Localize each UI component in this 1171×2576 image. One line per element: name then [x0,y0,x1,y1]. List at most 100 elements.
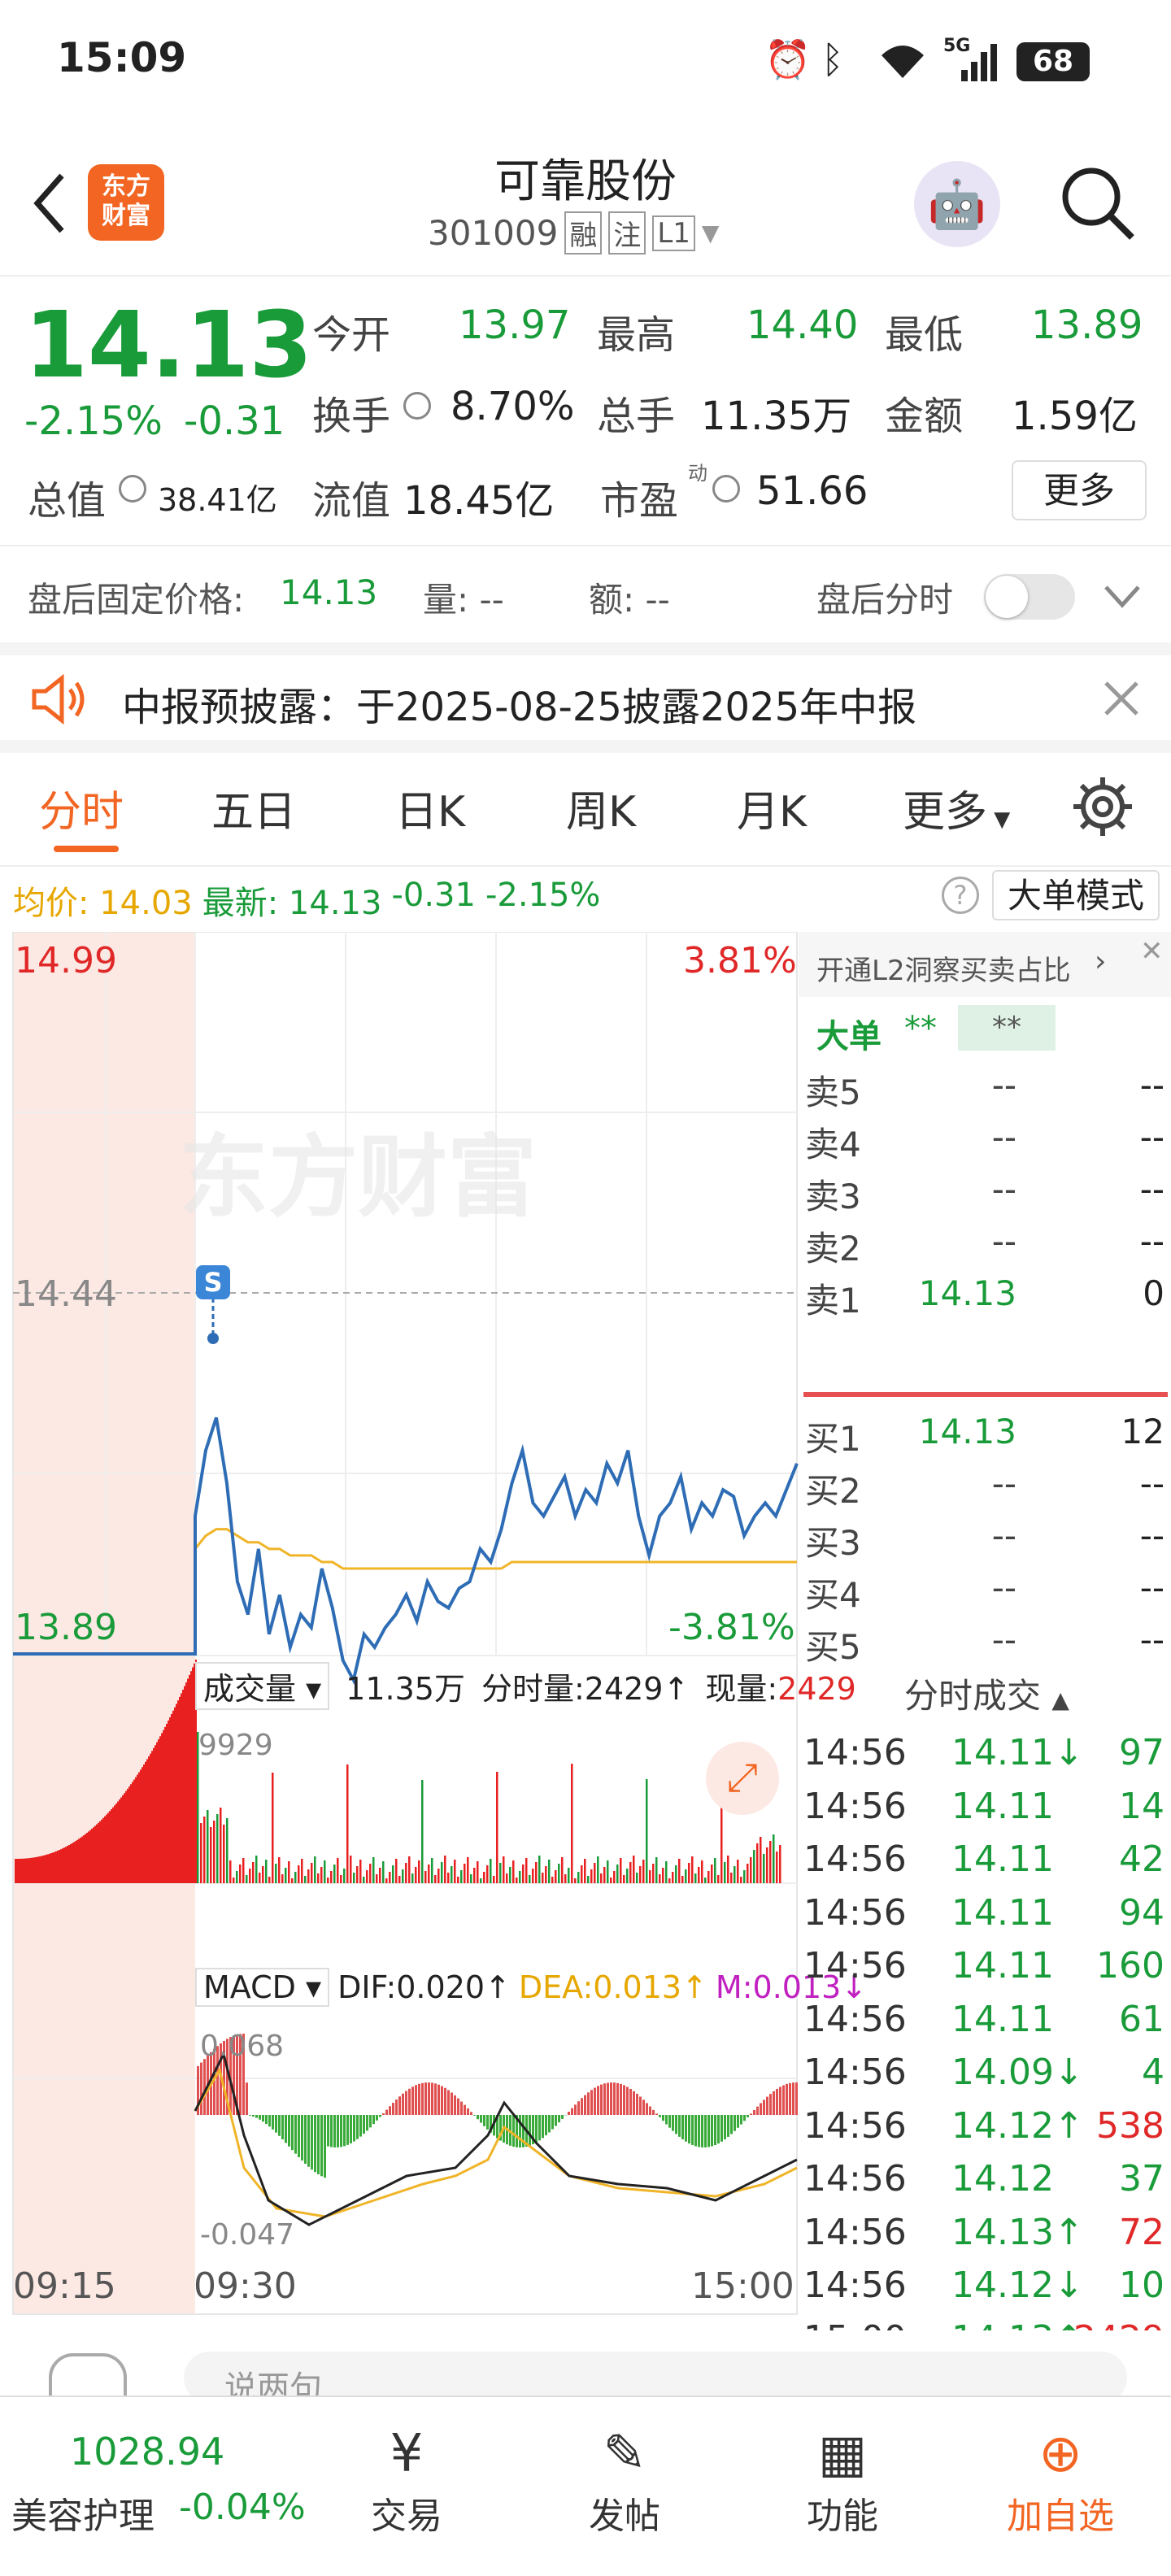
status-bar: 15:09 ⏰ ᛒ 5G 68 [0,0,1171,130]
close-icon[interactable]: ✕ [1140,935,1164,968]
l2-promo-bar[interactable]: 开通L2洞察买卖占比 › ✕ [799,932,1171,997]
close-icon[interactable] [1103,680,1140,717]
volume-bar [50,1853,52,1883]
volume-bar [685,1869,687,1883]
volume-bar [636,1873,638,1883]
help-icon[interactable]: ? [942,877,979,914]
trade-time: 14:56 [803,2211,907,2253]
volume-bar [724,1862,726,1883]
gear-icon[interactable] [1070,774,1135,839]
macd-bar [415,2085,417,2115]
volume-bar [496,1772,498,1883]
volume-bar [626,1869,629,1883]
volume-bar [499,1863,502,1883]
chevron-down-icon[interactable] [1103,582,1142,611]
volume-bar [418,1860,420,1883]
low-label: 最低 [885,312,964,358]
volume-bar [37,1856,39,1883]
trades-title[interactable]: 分时成交 ▲ [904,1669,1069,1718]
pe-dynamic-sup: 动 [688,462,707,485]
macd-bar [662,2115,664,2121]
macd-bar [538,2115,541,2141]
volume-bar [33,1857,34,1883]
macd-bar [773,2091,775,2115]
tab-daily-k[interactable]: 日K [395,777,465,838]
macd-bar [649,2106,651,2115]
volume-bar [106,1814,107,1883]
after-hours-toggle[interactable] [984,574,1075,620]
battery-icon: 68 [1016,42,1090,81]
ask-price: 14.13 [918,1273,1016,1313]
sector-index-name[interactable]: 美容护理 [11,2487,155,2539]
volume-selector[interactable]: 成交量 ▾ [195,1662,330,1710]
more-button[interactable]: 更多 [1012,460,1147,520]
volume-bar [148,1756,150,1883]
macd-selector-label: MACD [203,1969,296,2005]
trade-price: 14.12 [951,2158,1054,2200]
tab-more[interactable]: 更多 ▼ [903,777,1010,838]
macd-bar [574,2104,577,2115]
event-marker[interactable] [207,1333,219,1344]
volume-bar [31,1857,33,1883]
info-icon[interactable] [119,475,146,503]
macd-selector[interactable]: MACD ▾ [195,1968,330,2007]
volume-bar [137,1774,138,1883]
ask-row: 卖3 -- -- [799,1164,1171,1216]
volume-bar [727,1856,729,1883]
volume-bar [189,1674,190,1883]
low-value: 13.89 [1031,302,1143,348]
volume-bar [376,1874,378,1883]
volume-bar [385,1878,388,1883]
sector-index-value[interactable]: 1028.94 [70,2430,224,2474]
macd-bar [795,2082,798,2115]
trade-price: 14.09↓ [951,2052,1084,2093]
volume-bar [337,1858,339,1883]
tab-monthly-k[interactable]: 月K [737,777,807,838]
market-cap-label: 总值 [28,478,107,524]
tab-weekly-k[interactable]: 周K [566,777,636,838]
macd-bar [441,2086,443,2115]
volume-bar [21,1858,23,1883]
nav-post[interactable]: ✎ 发帖 [576,2422,673,2539]
tab-five-day[interactable]: 五日 [211,777,296,838]
volume-bar [668,1878,671,1883]
macd-bar [424,2082,427,2115]
macd-bar [626,2086,629,2115]
big-order-mode-button[interactable]: 大单模式 [992,870,1160,920]
tab-intraday[interactable]: 分时 [39,777,124,838]
trade-time: 14:56 [803,1998,907,2040]
info-icon[interactable] [712,475,740,503]
trade-price: 14.11 [951,1998,1054,2040]
trade-time: 14:56 [803,1785,907,1827]
notice-bar[interactable]: 中报预披露：于2025-08-25披露2025年中报 [0,642,1171,753]
macd-bar [473,2115,476,2116]
volume-bar [24,1858,26,1883]
volume-bar [98,1822,99,1883]
expand-icon[interactable]: ⤢ [706,1742,779,1815]
macd-bar [353,2115,355,2142]
toggle-knob [986,576,1028,618]
search-icon[interactable] [1057,163,1138,244]
volume-bar [229,1860,232,1883]
volume-bar [181,1693,182,1883]
avg-label-text: 均价: [13,885,89,922]
volume-bar [107,1812,109,1883]
volume-bar [226,1818,229,1883]
open-value: 13.97 [459,302,571,348]
chevron-down-icon[interactable]: ▼ [702,220,720,246]
ask-row: 卖5 -- -- [799,1060,1171,1112]
prev-close-label: 14.44 [15,1273,117,1315]
volume-bar [57,1850,59,1883]
info-icon[interactable] [403,392,431,420]
nav-functions[interactable]: ▦ 功能 [794,2422,891,2539]
macd-bar [681,2115,684,2139]
volume-bar [701,1860,703,1883]
trade-row: 14:56 14.12 37 [799,2155,1171,2207]
nav-trade[interactable]: ¥ 交易 [358,2422,455,2539]
nav-add-watchlist[interactable]: ⊕ 加自选 [995,2422,1125,2539]
trade-row: 14:56 14.11 160 [799,1942,1171,1994]
volume-bar [503,1856,505,1883]
robot-assistant-icon[interactable]: 🤖 [914,161,1000,247]
comment-icon[interactable] [49,2353,127,2402]
macd-bar [333,2115,336,2147]
